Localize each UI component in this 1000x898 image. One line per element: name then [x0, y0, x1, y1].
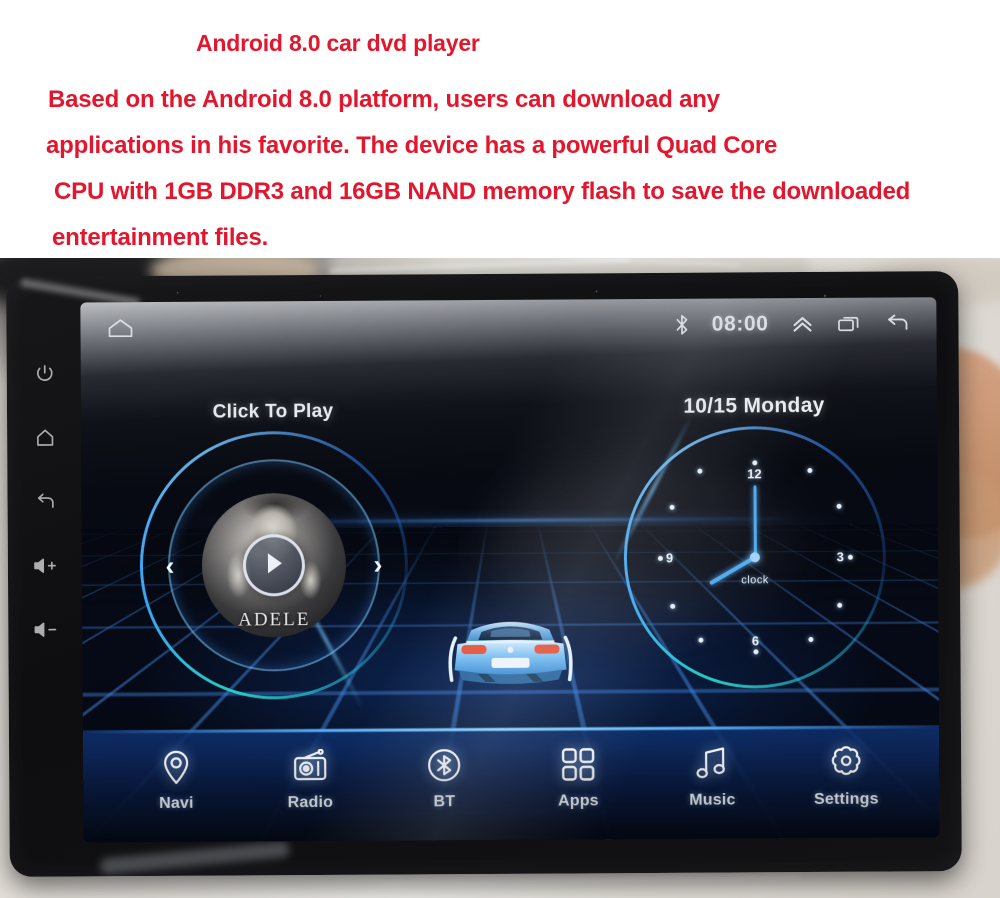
- status-bar: 08:00: [80, 297, 936, 354]
- home-key[interactable]: [30, 423, 60, 453]
- clock-marker: [658, 556, 663, 561]
- clock-numeral-3: 3: [837, 549, 844, 564]
- clock-marker: [698, 637, 703, 642]
- power-key[interactable]: [30, 359, 60, 389]
- promo-line-2: applications in his favorite. The device…: [46, 132, 777, 160]
- play-icon: [262, 550, 286, 581]
- home-icon[interactable]: [106, 317, 134, 339]
- clock-numeral-9: 9: [666, 550, 673, 565]
- car-stereo-device: 08:00 Click To Play ADELE ‹ › 10/15 Mond…: [6, 271, 962, 877]
- analog-clock-face: 12 3 6 9 clock: [659, 462, 850, 653]
- wrap-crease: [560, 258, 740, 267]
- product-photo: 08:00 Click To Play ADELE ‹ › 10/15 Mond…: [0, 258, 1000, 898]
- clock-minute-hand: [753, 485, 756, 557]
- clock-marker: [670, 603, 675, 608]
- dock-item-music[interactable]: Music: [652, 744, 772, 810]
- dock-item-apps[interactable]: Apps: [518, 745, 638, 811]
- clock-marker: [753, 649, 758, 654]
- status-bar-clock: 08:00: [712, 312, 769, 336]
- dock-label-radio: Radio: [288, 793, 334, 811]
- dock-item-settings[interactable]: Settings: [786, 743, 906, 809]
- bottom-bezel-glare: [99, 841, 290, 875]
- touchscreen-display[interactable]: 08:00 Click To Play ADELE ‹ › 10/15 Mond…: [80, 297, 939, 842]
- bluetooth-circle-icon: [426, 746, 462, 784]
- promo-line-3: CPU with 1GB DDR3 and 16GB NAND memory f…: [54, 178, 910, 206]
- car-rear-icon: [425, 599, 596, 701]
- album-title: ADELE: [202, 609, 346, 632]
- bluetooth-icon: [675, 314, 690, 336]
- clock-center-hub: [750, 552, 760, 562]
- clock-date-label: 10/15 Monday: [623, 394, 885, 420]
- dock-label-apps: Apps: [558, 792, 599, 810]
- back-arrow-icon[interactable]: [884, 312, 910, 334]
- clock-marker: [669, 505, 674, 510]
- clock-marker: [752, 460, 757, 465]
- location-pin-icon: [161, 747, 191, 785]
- dock-label-music: Music: [689, 791, 735, 809]
- app-dock: Navi Radio BT Apps Music Settings: [83, 725, 940, 842]
- media-player-widget[interactable]: Click To Play ADELE ‹ ›: [139, 430, 409, 700]
- volume-down-key[interactable]: [31, 615, 61, 645]
- clock-marker: [836, 504, 841, 509]
- clock-marker: [808, 468, 813, 473]
- dock-item-radio[interactable]: Radio: [250, 746, 370, 812]
- dock-label-bt: BT: [433, 793, 455, 811]
- dock-label-navi: Navi: [159, 794, 194, 812]
- promo-text-banner: Android 8.0 car dvd player Based on the …: [0, 0, 1000, 258]
- play-button[interactable]: [243, 534, 305, 596]
- clock-numeral-12: 12: [747, 466, 762, 481]
- volume-up-key[interactable]: [31, 551, 61, 581]
- clock-numeral-6: 6: [752, 633, 759, 648]
- promo-title: Android 8.0 car dvd player: [196, 30, 480, 57]
- wrap-crease: [330, 259, 630, 272]
- media-widget-label: Click To Play: [139, 400, 407, 424]
- clock-marker: [809, 637, 814, 642]
- promo-line-4: entertainment files.: [52, 224, 268, 252]
- back-key[interactable]: [30, 487, 60, 517]
- music-note-icon: [695, 744, 729, 782]
- radio-icon: [291, 746, 329, 784]
- android-home-screen: 08:00 Click To Play ADELE ‹ › 10/15 Mond…: [80, 297, 939, 842]
- dock-item-navi[interactable]: Navi: [116, 747, 236, 813]
- recents-icon[interactable]: [836, 314, 862, 334]
- apps-grid-icon: [560, 745, 596, 783]
- wrap-crease: [380, 874, 800, 885]
- hardware-key-column: [13, 336, 80, 806]
- status-bar-right-cluster: 08:00: [675, 311, 911, 336]
- gear-icon: [828, 743, 864, 781]
- next-track-button[interactable]: ›: [366, 550, 390, 580]
- clock-marker: [697, 468, 702, 473]
- dock-item-bt[interactable]: BT: [384, 745, 504, 811]
- clock-face-label: clock: [660, 574, 850, 587]
- dock-label-settings: Settings: [814, 790, 879, 808]
- dock-item-list: Navi Radio BT Apps Music Settings: [83, 725, 940, 842]
- previous-track-button[interactable]: ‹: [158, 551, 182, 581]
- chevron-up-icon[interactable]: [790, 313, 814, 335]
- clock-marker: [837, 602, 842, 607]
- promo-line-1: Based on the Android 8.0 platform, users…: [48, 86, 720, 114]
- clock-widget[interactable]: 10/15 Monday 12 3 6 9 clock: [623, 426, 887, 690]
